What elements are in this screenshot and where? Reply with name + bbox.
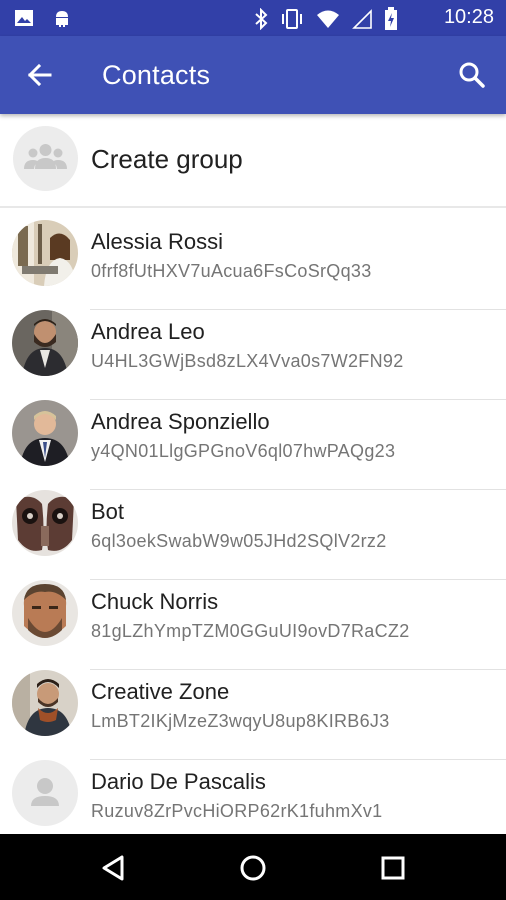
- battery-icon: [385, 7, 397, 30]
- avatar: [12, 490, 78, 556]
- bluetooth-icon: [255, 8, 268, 30]
- back-button[interactable]: [24, 59, 56, 91]
- avatar: [12, 580, 78, 646]
- contacts-content: Create group Alessia Rossi 0frf8fUtHXV7u…: [0, 114, 506, 834]
- arrow-back-icon: [27, 63, 52, 87]
- nav-recents-button[interactable]: [375, 850, 411, 886]
- recents-square-icon: [381, 856, 405, 880]
- home-circle-icon: [240, 855, 266, 881]
- signal-icon: [352, 9, 372, 29]
- contact-item[interactable]: Andrea Leo U4HL3GWjBsd8zLX4Vva0s7W2FN92: [0, 310, 506, 400]
- contact-list: Alessia Rossi 0frf8fUtHXV7uAcua6FsCoSrQq…: [0, 220, 506, 834]
- page-title: Contacts: [102, 60, 211, 90]
- avatar: [12, 760, 78, 826]
- contact-id: Ruzuv8ZrPvcHiORP62rK1fuhmXv1: [91, 801, 383, 821]
- app-bar: Contacts: [0, 36, 506, 114]
- contact-name: Andrea Sponziello: [91, 409, 270, 434]
- contact-photo-icon: [12, 400, 78, 466]
- group-avatar: [13, 126, 78, 191]
- contact-item[interactable]: Creative Zone LmBT2IKjMzeZ3wqyU8up8KIRB6…: [0, 670, 506, 760]
- contact-id: LmBT2IKjMzeZ3wqyU8up8KIRB6J3: [91, 711, 390, 731]
- search-button[interactable]: [456, 59, 488, 91]
- avatar: [12, 310, 78, 376]
- contact-name: Andrea Leo: [91, 319, 205, 344]
- image-icon: [15, 10, 33, 26]
- contact-id: y4QN01LlgGPGnoV6ql07hwPAQg23: [91, 441, 396, 461]
- avatar: [12, 670, 78, 736]
- nav-home-button[interactable]: [235, 850, 271, 886]
- android-icon: [56, 11, 68, 27]
- contact-item[interactable]: Andrea Sponziello y4QN01LlgGPGnoV6ql07hw…: [0, 400, 506, 490]
- contact-id: 0frf8fUtHXV7uAcua6FsCoSrQq33: [91, 261, 372, 281]
- contact-photo-icon: [12, 220, 78, 286]
- contact-photo-icon: [12, 580, 78, 646]
- status-bar: 10:28: [0, 0, 506, 36]
- create-group-label: Create group: [91, 144, 243, 174]
- group-icon: [24, 144, 67, 169]
- contact-name: Dario De Pascalis: [91, 769, 266, 794]
- contact-photo-icon: [12, 670, 78, 736]
- person-placeholder-icon: [31, 778, 59, 806]
- wifi-icon: [317, 10, 339, 28]
- vibrate-icon: [282, 9, 302, 29]
- avatar: [12, 220, 78, 286]
- nav-back-button[interactable]: [96, 850, 132, 886]
- contact-id: U4HL3GWjBsd8zLX4Vva0s7W2FN92: [91, 351, 404, 371]
- status-time: 10:28: [443, 6, 494, 28]
- contact-photo-icon: [12, 490, 78, 556]
- contact-name: Creative Zone: [91, 679, 230, 704]
- contact-item[interactable]: Alessia Rossi 0frf8fUtHXV7uAcua6FsCoSrQq…: [0, 220, 506, 310]
- contact-item[interactable]: Chuck Norris 81gLZhYmpTZM0GGuUI9ovD7RaCZ…: [0, 580, 506, 670]
- contact-name: Chuck Norris: [91, 589, 219, 614]
- contact-item[interactable]: Dario De Pascalis Ruzuv8ZrPvcHiORP62rK1f…: [0, 760, 506, 834]
- contact-name: Bot: [91, 499, 125, 524]
- back-triangle-icon: [102, 855, 124, 881]
- contact-id: 81gLZhYmpTZM0GGuUI9ovD7RaCZ2: [91, 621, 410, 641]
- contact-id: 6ql3oekSwabW9w05JHd2SQlV2rz2: [91, 531, 387, 551]
- contact-item[interactable]: Bot 6ql3oekSwabW9w05JHd2SQlV2rz2: [0, 490, 506, 580]
- navigation-bar: [0, 834, 506, 900]
- avatar: [12, 400, 78, 466]
- contact-photo-icon: [12, 310, 78, 376]
- contact-name: Alessia Rossi: [91, 229, 224, 254]
- create-group-button[interactable]: Create group: [0, 114, 506, 208]
- search-icon: [459, 62, 485, 88]
